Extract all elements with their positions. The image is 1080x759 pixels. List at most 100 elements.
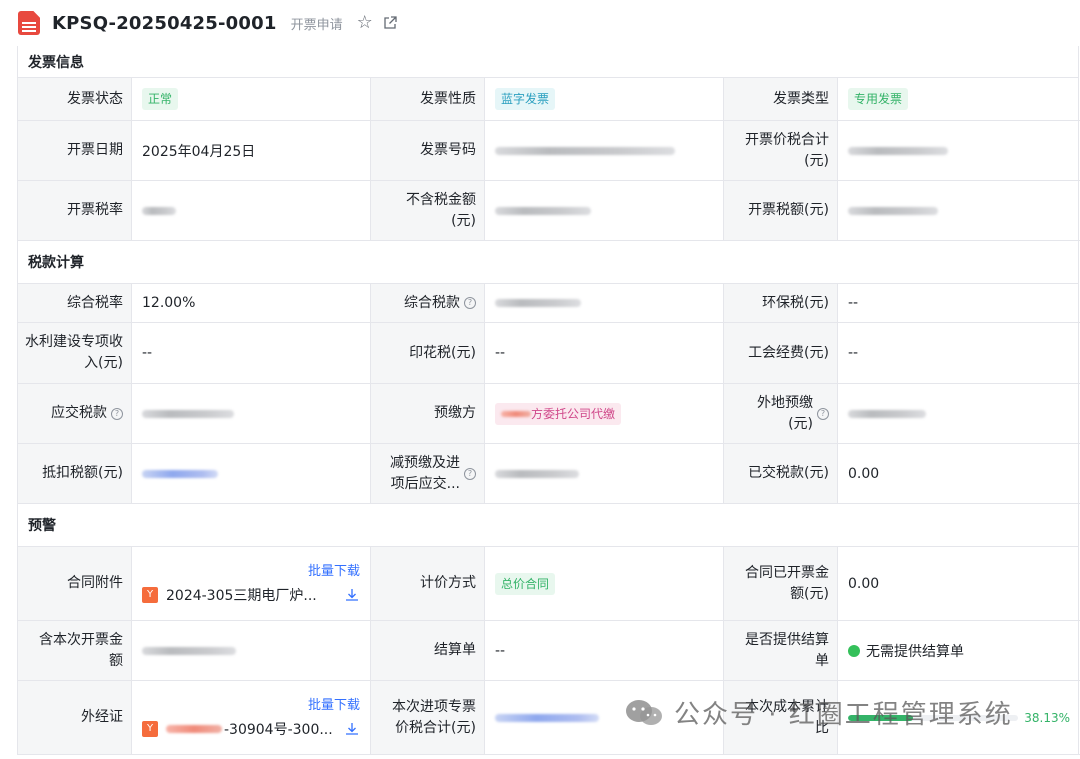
document-icon (18, 11, 40, 35)
value-reduced-payable (485, 444, 724, 504)
download-icon[interactable] (344, 721, 360, 737)
cert-file-link[interactable]: -30904号-300... (224, 719, 336, 739)
value-cost-ratio: 38.13% (838, 681, 1080, 755)
value-deduct-tax (132, 444, 371, 504)
value-invoice-date: 2025年04月25日 (132, 121, 371, 181)
value-invoice-nature: 蓝字发票 (485, 78, 724, 121)
redacted-value (142, 469, 218, 478)
value-net-amount (485, 181, 724, 241)
cost-ratio-progress: 38.13% (848, 711, 1070, 725)
help-icon[interactable]: ? (464, 297, 476, 309)
label-including-amount: 含本次开票金额 (18, 621, 132, 681)
type-badge: 专用发票 (848, 88, 909, 110)
redacted-value (848, 206, 938, 215)
redacted-value (495, 146, 675, 155)
label-paid-tax: 已交税款(元) (724, 444, 838, 504)
section-tax-calc: 税款计算 (18, 241, 1078, 284)
redacted-value (495, 206, 591, 215)
external-link-icon[interactable] (383, 16, 397, 30)
invoice-info-grid: 发票状态 正常 发票性质 蓝字发票 发票类型 专用发票 开票日期 2025年04… (18, 78, 1080, 241)
star-icon[interactable]: ☆ (357, 14, 373, 32)
value-including-amount (132, 621, 371, 681)
progress-percent: 38.13% (1024, 710, 1070, 725)
value-provide-settlement: 无需提供结算单 (838, 621, 1080, 681)
prepay-badge: 方委托公司代缴 (495, 402, 622, 425)
label-stamp-tax: 印花税(元) (371, 323, 485, 384)
label-settlement: 结算单 (371, 621, 485, 681)
value-external-cert: 批量下载 Y -30904号-300... (132, 681, 371, 755)
label-comp-tax: 综合税款? (371, 284, 485, 323)
value-comp-rate: 12.00% (132, 284, 371, 323)
label-provide-settlement: 是否提供结算单 (724, 621, 838, 681)
section-invoice-info: 发票信息 (18, 46, 1078, 78)
nature-badge: 蓝字发票 (495, 88, 556, 110)
value-invoice-total (838, 121, 1080, 181)
section-warning: 预警 (18, 504, 1078, 547)
label-invoice-total: 开票价税合计(元) (724, 121, 838, 181)
pricing-badge: 总价合同 (495, 572, 556, 595)
label-water-fund: 水利建设专项收入(元) (18, 323, 132, 384)
label-contract-invoiced: 合同已开票金额(元) (724, 547, 838, 621)
label-union-fee: 工会经费(元) (724, 323, 838, 384)
page-header: KPSQ-20250425-0001 开票申请 ☆ (0, 0, 1080, 46)
download-icon[interactable] (344, 587, 360, 603)
value-settlement: -- (485, 621, 724, 681)
redacted-value (495, 469, 579, 478)
label-tax-rate: 开票税率 (18, 181, 132, 241)
value-payable-tax (132, 384, 371, 444)
value-tax-rate (132, 181, 371, 241)
value-water-fund: -- (132, 323, 371, 384)
file-icon: Y (142, 586, 158, 603)
page-title: KPSQ-20250425-0001 (52, 12, 277, 34)
label-reduced-payable: 减预缴及进项后应交...? (371, 444, 485, 504)
value-contract-invoiced: 0.00 (838, 547, 1080, 621)
contract-file-link[interactable]: 2024-305三期电厂炉... (166, 585, 336, 605)
help-icon[interactable]: ? (817, 407, 829, 420)
help-icon[interactable]: ? (111, 407, 123, 420)
value-invoice-number (485, 121, 724, 181)
label-contract-attachment: 合同附件 (18, 547, 132, 621)
redacted-value (495, 299, 581, 307)
label-prepay-party: 预缴方 (371, 384, 485, 444)
redacted-value (142, 646, 236, 655)
status-badge: 正常 (142, 88, 179, 110)
value-stamp-tax: -- (485, 323, 724, 384)
label-invoice-type: 发票类型 (724, 78, 838, 121)
label-comp-rate: 综合税率 (18, 284, 132, 323)
label-tax-amount: 开票税额(元) (724, 181, 838, 241)
label-input-total: 本次进项专票价税合计(元) (371, 681, 485, 755)
warning-grid: 合同附件 批量下载 Y 2024-305三期电厂炉... 计价方式 总价合同 合… (18, 547, 1080, 755)
label-deduct-tax: 抵扣税额(元) (18, 444, 132, 504)
label-invoice-status: 发票状态 (18, 78, 132, 121)
label-env-tax: 环保税(元) (724, 284, 838, 323)
value-comp-tax (485, 284, 724, 323)
batch-download-link[interactable]: 批量下载 (142, 697, 360, 715)
value-pricing-method: 总价合同 (485, 547, 724, 621)
value-env-tax: -- (838, 284, 1080, 323)
label-net-amount: 不含税金额(元) (371, 181, 485, 241)
label-invoice-number: 发票号码 (371, 121, 485, 181)
redacted-value (166, 724, 222, 733)
batch-download-link[interactable]: 批量下载 (142, 563, 360, 581)
label-invoice-nature: 发票性质 (371, 78, 485, 121)
page-subtitle: 开票申请 (290, 17, 343, 33)
value-invoice-type: 专用发票 (838, 78, 1080, 121)
value-remote-prepay (838, 384, 1080, 444)
value-contract-attachment: 批量下载 Y 2024-305三期电厂炉... (132, 547, 371, 621)
help-icon[interactable]: ? (464, 467, 476, 480)
value-invoice-status: 正常 (132, 78, 371, 121)
value-paid-tax: 0.00 (838, 444, 1080, 504)
redacted-value (848, 146, 948, 155)
detail-panel: 发票信息 发票状态 正常 发票性质 蓝字发票 发票类型 专用发票 开票日期 20… (17, 46, 1080, 755)
label-payable-tax: 应交税款? (18, 384, 132, 444)
label-invoice-date: 开票日期 (18, 121, 132, 181)
redacted-value (848, 409, 926, 418)
label-cost-ratio: 本次成本累计比 (724, 681, 838, 755)
label-pricing-method: 计价方式 (371, 547, 485, 621)
redacted-value (495, 713, 599, 722)
file-icon: Y (142, 720, 158, 737)
progress-fill (848, 714, 913, 721)
value-input-total (485, 681, 724, 755)
label-remote-prepay: 外地预缴(元)? (724, 384, 838, 444)
redacted-value (142, 206, 176, 215)
